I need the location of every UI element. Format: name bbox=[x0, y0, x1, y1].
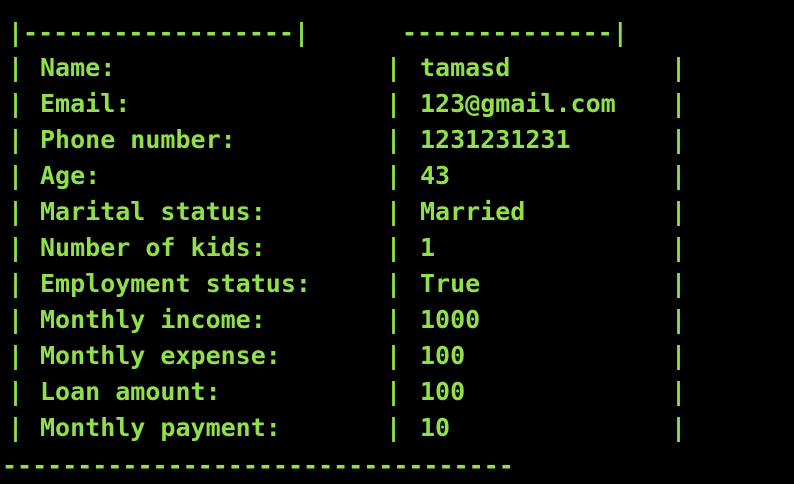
row-label: Number of kids: bbox=[40, 233, 266, 262]
row-label: Email: bbox=[40, 89, 131, 118]
table-row: | Monthly payment: | 10 | bbox=[0, 410, 794, 446]
table-separator-bottom: ---------------------------------- bbox=[2, 451, 514, 480]
row-value: 100 bbox=[420, 341, 466, 370]
table-separator-top-right: --------------| bbox=[402, 18, 628, 47]
table-row: | Email: | 123@gmail.com | bbox=[0, 86, 794, 122]
table-row: | Age: | 43 | bbox=[0, 158, 794, 194]
row-value: True bbox=[420, 269, 481, 298]
row-value: Married bbox=[420, 197, 526, 226]
table-row: | Number of kids: | 1 | bbox=[0, 230, 794, 266]
row-label: Monthly expense: bbox=[40, 341, 281, 370]
row-value: 100 bbox=[420, 377, 466, 406]
row-value: 43 bbox=[420, 161, 451, 190]
row-value: 1 bbox=[420, 233, 436, 262]
table-separator-top-left: |------------------| bbox=[8, 18, 310, 47]
row-value: 123@gmail.com bbox=[420, 89, 616, 118]
row-value: 10 bbox=[420, 413, 451, 442]
row-label: Name: bbox=[40, 53, 116, 82]
terminal-window: 20 |------------------| --------------| … bbox=[0, 0, 794, 480]
row-label: Monthly income: bbox=[40, 305, 266, 334]
partial-output-line: 20 bbox=[2, 0, 32, 9]
table-row: | Marital status: | Married | bbox=[0, 194, 794, 230]
table-row: | Monthly income: | 1000 | bbox=[0, 302, 794, 338]
row-label: Employment status: bbox=[40, 269, 311, 298]
row-value: tamasd bbox=[420, 53, 511, 82]
table-row: | Phone number: | 1231231231 | bbox=[0, 122, 794, 158]
table-row: | Monthly expense: | 100 | bbox=[0, 338, 794, 374]
row-label: Marital status: bbox=[40, 197, 266, 226]
row-value: 1231231231 bbox=[420, 125, 571, 154]
table-row: | Name: | tamasd | bbox=[0, 50, 794, 86]
row-label: Age: bbox=[40, 161, 101, 190]
row-label: Phone number: bbox=[40, 125, 236, 154]
row-label: Monthly payment: bbox=[40, 413, 281, 442]
table-row: | Employment status: | True | bbox=[0, 266, 794, 302]
row-value: 1000 bbox=[420, 305, 481, 334]
row-label: Loan amount: bbox=[40, 377, 221, 406]
table-row: | Loan amount: | 100 | bbox=[0, 374, 794, 410]
